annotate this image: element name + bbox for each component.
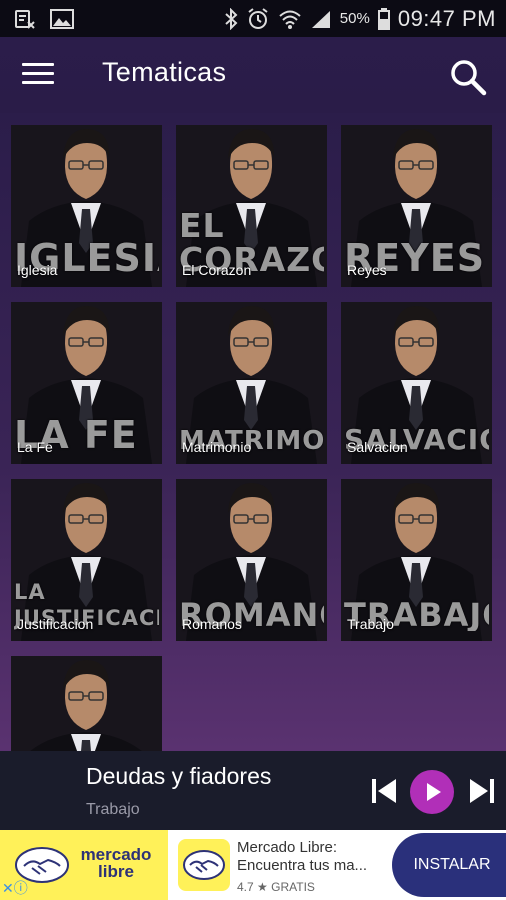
signal-icon bbox=[310, 9, 332, 29]
page-title: Tematicas bbox=[102, 57, 227, 87]
star-icon: ★ bbox=[257, 880, 268, 894]
tile-caption: Iglesia bbox=[17, 262, 58, 278]
topic-tile[interactable]: REYES Reyes bbox=[341, 125, 492, 287]
topic-tile[interactable] bbox=[11, 656, 162, 751]
play-button[interactable] bbox=[410, 770, 454, 814]
status-bar: 50% 09:47 PM bbox=[0, 0, 506, 37]
app-bar: Tematicas bbox=[0, 37, 506, 113]
topic-tile[interactable]: ROMANOS Romanos bbox=[176, 479, 327, 641]
ad-price: GRATIS bbox=[271, 880, 315, 894]
ad-choices-icon[interactable]: ✕ⓘ bbox=[2, 878, 28, 898]
install-button[interactable]: INSTALAR bbox=[392, 833, 506, 897]
now-playing-title: Deudas y fiadores bbox=[86, 763, 272, 789]
tile-caption: La Fe bbox=[17, 439, 53, 455]
topic-tile[interactable]: IGLESIA Iglesia bbox=[11, 125, 162, 287]
ad-banner[interactable]: mercado libre Mercado Libre: Encuentra t… bbox=[0, 830, 506, 900]
tile-caption: Justificacion bbox=[17, 616, 94, 632]
skip-previous-icon[interactable] bbox=[370, 777, 398, 810]
ad-rating-value: 4.7 bbox=[237, 880, 254, 894]
tile-caption: Salvacion bbox=[347, 439, 408, 455]
topic-tile[interactable]: MATRIMONIO Matrimonio bbox=[176, 302, 327, 464]
bluetooth-icon bbox=[224, 7, 238, 30]
topic-tile[interactable]: SALVACION Salvacion bbox=[341, 302, 492, 464]
ad-logo-text: mercado libre bbox=[80, 845, 152, 881]
topic-tile[interactable]: TRABAJO Trabajo bbox=[341, 479, 492, 641]
play-icon bbox=[427, 783, 441, 801]
tile-caption: El Corazon bbox=[182, 262, 252, 278]
alarm-icon bbox=[246, 7, 270, 31]
ad-rating: 4.7 ★ GRATIS bbox=[237, 880, 315, 894]
now-playing-subtitle: Trabajo bbox=[86, 801, 140, 818]
ad-app-icon[interactable] bbox=[178, 839, 230, 891]
battery-percent: 50% bbox=[339, 10, 370, 27]
topic-tile[interactable]: LA FE La Fe bbox=[11, 302, 162, 464]
topic-tile[interactable]: LAJUSTIFICACION Justificacion bbox=[11, 479, 162, 641]
skip-next-icon[interactable] bbox=[468, 777, 496, 810]
tile-caption: Romanos bbox=[182, 616, 242, 632]
topics-grid: IGLESIA Iglesia ELCORAZON El Corazon REY… bbox=[0, 113, 506, 751]
handshake-icon bbox=[183, 850, 225, 880]
topic-tile[interactable]: ELCORAZON El Corazon bbox=[176, 125, 327, 287]
image-icon bbox=[50, 8, 74, 29]
search-icon[interactable] bbox=[448, 57, 488, 97]
speaker-image bbox=[11, 656, 162, 751]
ad-title[interactable]: Mercado Libre: Encuentra tus ma... bbox=[237, 839, 387, 875]
mini-player[interactable]: Deudas y fiadores Trabajo bbox=[0, 751, 506, 830]
wifi-icon bbox=[278, 8, 302, 30]
tile-caption: Reyes bbox=[347, 262, 387, 278]
tile-caption: Matrimonio bbox=[182, 439, 252, 455]
no-sim-icon bbox=[14, 8, 36, 30]
menu-icon[interactable] bbox=[22, 63, 54, 87]
battery-icon bbox=[377, 7, 390, 30]
clock: 09:47 PM bbox=[397, 5, 496, 31]
tile-caption: Trabajo bbox=[347, 616, 394, 632]
